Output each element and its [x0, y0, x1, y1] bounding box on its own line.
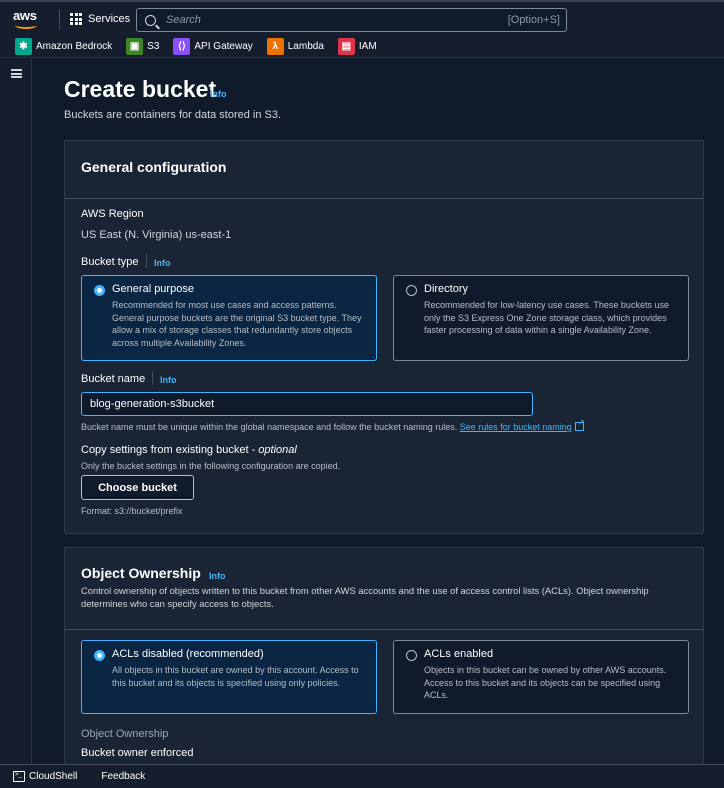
ownership-info-link[interactable]: Info	[209, 571, 226, 581]
page-subtitle: Buckets are containers for data stored i…	[64, 109, 282, 121]
search-shortcut: [Option+S]	[507, 14, 560, 26]
nav-divider	[59, 9, 60, 29]
object-ownership-label: Object Ownership	[81, 728, 169, 740]
grid-icon	[70, 13, 82, 25]
option-title: Directory	[424, 283, 469, 295]
panel-header: General configuration	[65, 141, 703, 199]
external-link-icon	[574, 418, 585, 431]
general-configuration-panel: General configuration AWS Region US East…	[64, 140, 704, 534]
radio-selected[interactable]	[94, 285, 105, 296]
aws-smile-icon	[15, 22, 37, 29]
bucket-name-hint-text: Bucket name must be unique within the gl…	[81, 422, 458, 432]
favorite-label: Amazon Bedrock	[36, 41, 113, 52]
option-description: Recommended for low-latency use cases. T…	[424, 300, 669, 335]
label-divider	[146, 254, 147, 268]
favorites-bar: ✱ Amazon Bedrock ▣ S3 ⟨⟩ API Gateway λ L…	[0, 36, 724, 58]
object-ownership-value: Bucket owner enforced	[81, 747, 194, 759]
copy-settings-hint: Only the bucket settings in the followin…	[81, 461, 341, 471]
favorite-label: Lambda	[287, 41, 324, 52]
cloudshell-button[interactable]: CloudShell	[29, 771, 77, 782]
bucket-type-info-link[interactable]: Info	[154, 258, 171, 268]
iam-icon: ▤	[337, 38, 355, 55]
panel-heading: Object Ownership	[81, 565, 201, 581]
radio-unselected[interactable]	[406, 650, 417, 661]
label-divider	[152, 371, 153, 385]
s3-icon: ▣	[126, 38, 144, 55]
panel-heading: General configuration	[81, 159, 227, 175]
favorite-label: IAM	[358, 41, 377, 52]
ownership-acls-enabled[interactable]: ACLs enabled Objects in this bucket can …	[393, 640, 689, 714]
radio-selected[interactable]	[94, 650, 105, 661]
option-title: General purpose	[112, 283, 194, 295]
region-label: AWS Region	[81, 208, 144, 220]
services-label: Services	[88, 13, 131, 25]
aws-logo-text: aws	[13, 8, 37, 23]
option-title: ACLs disabled (recommended)	[112, 648, 264, 660]
favorite-lambda[interactable]: λ Lambda	[266, 38, 324, 55]
side-rail	[0, 59, 32, 764]
format-hint: Format: s3://bucket/prefix	[81, 506, 183, 516]
lambda-icon: λ	[266, 38, 284, 55]
option-title: ACLs enabled	[424, 648, 494, 660]
menu-icon[interactable]	[11, 69, 22, 78]
title-info-link[interactable]: Info	[210, 89, 227, 99]
option-description: Recommended for most use cases and acces…	[112, 300, 362, 348]
choose-bucket-button[interactable]: Choose bucket	[81, 475, 194, 500]
bucket-type-general-purpose[interactable]: General purpose Recommended for most use…	[81, 275, 377, 361]
radio-unselected[interactable]	[406, 285, 417, 296]
copy-settings-label: Copy settings from existing bucket - opt…	[81, 444, 297, 456]
favorite-api-gateway[interactable]: ⟨⟩ API Gateway	[173, 38, 253, 55]
favorite-bedrock[interactable]: ✱ Amazon Bedrock	[15, 38, 112, 55]
option-description: Objects in this bucket can be owned by o…	[424, 665, 667, 700]
search-placeholder: Search	[166, 14, 201, 26]
favorite-iam[interactable]: ▤ IAM	[337, 38, 377, 55]
cloudshell-icon	[13, 771, 25, 782]
panel-header: Object Ownership Info Control ownership …	[65, 548, 703, 630]
ownership-acls-disabled[interactable]: ACLs disabled (recommended) All objects …	[81, 640, 377, 714]
option-description: All objects in this bucket are owned by …	[112, 665, 359, 688]
bucket-name-info-link[interactable]: Info	[160, 375, 177, 385]
aws-logo[interactable]: aws	[13, 5, 53, 33]
copy-settings-label-text: Copy settings from existing bucket -	[81, 444, 259, 456]
bedrock-icon: ✱	[15, 38, 32, 55]
bucket-name-label: Bucket name	[81, 373, 146, 385]
optional-tag: optional	[258, 444, 297, 456]
bucket-naming-rules-link[interactable]: See rules for bucket naming	[460, 422, 572, 432]
bucket-name-hint: Bucket name must be unique within the gl…	[81, 418, 585, 432]
favorite-label: API Gateway	[194, 41, 253, 52]
services-menu-button[interactable]: Services	[70, 13, 130, 25]
favorite-label: S3	[147, 41, 160, 52]
ownership-description: Control ownership of objects written to …	[81, 585, 649, 609]
api-gateway-icon: ⟨⟩	[173, 38, 191, 55]
bucket-type-directory[interactable]: Directory Recommended for low-latency us…	[393, 275, 689, 361]
bucket-type-label: Bucket type	[81, 256, 139, 268]
console-footer: CloudShell Feedback	[0, 764, 724, 788]
feedback-button[interactable]: Feedback	[101, 771, 145, 782]
page-title: Create bucket	[64, 76, 217, 102]
main-content: Create bucket Info Buckets are container…	[32, 59, 724, 764]
search-icon	[145, 14, 156, 26]
favorite-s3[interactable]: ▣ S3	[126, 38, 159, 55]
search-input[interactable]: Search [Option+S]	[136, 8, 567, 32]
bucket-name-input[interactable]: blog-generation-s3bucket	[81, 392, 533, 416]
object-ownership-panel: Object Ownership Info Control ownership …	[64, 547, 704, 764]
region-value: US East (N. Virginia) us-east-1	[81, 229, 232, 241]
top-navigation: aws Services Search [Option+S]	[0, 0, 724, 36]
